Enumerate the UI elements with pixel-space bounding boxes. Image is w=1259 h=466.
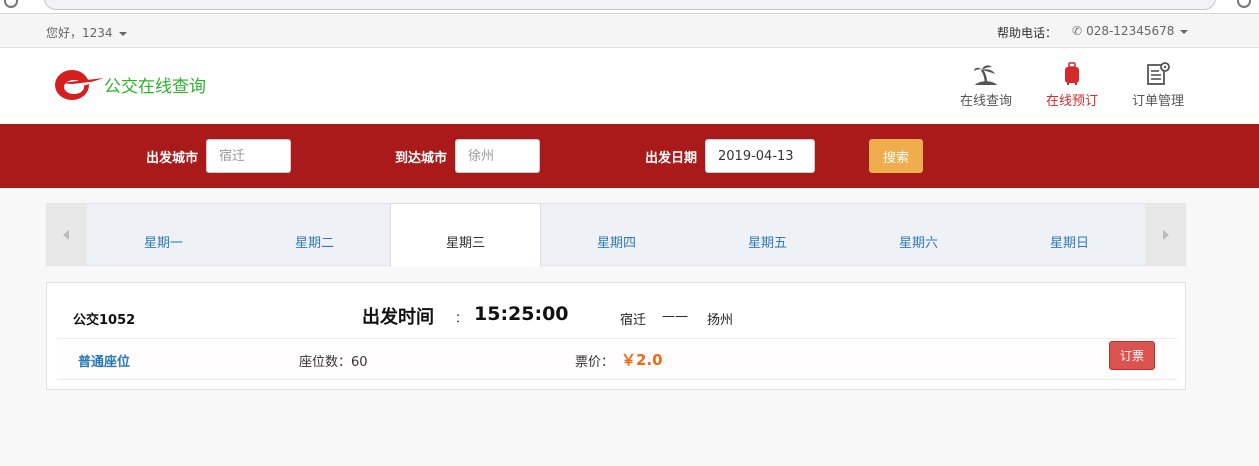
nav-online-query[interactable]: 在线查询 [951, 62, 1021, 109]
brand-title[interactable]: 公交在线查询 [104, 72, 206, 97]
tab-sunday[interactable]: 星期日 [994, 204, 1145, 266]
book-ticket-button[interactable]: 订票 [1109, 341, 1155, 370]
search-button[interactable]: 搜索 [869, 139, 923, 173]
route-separator: —— [662, 309, 688, 324]
brand-logo-icon[interactable] [50, 66, 106, 102]
tab-thursday[interactable]: 星期四 [541, 204, 692, 266]
user-greeting: 您好，1234 [46, 26, 113, 40]
nav-label: 订单管理 [1131, 94, 1184, 109]
browser-reload-icon[interactable] [4, 0, 18, 8]
bus-result-card: 公交1052 出发时间 ： 15:25:00 宿迁 —— 扬州 普通座位 座位数… [46, 282, 1186, 390]
departure-time-label: 出发时间 [362, 307, 434, 328]
seat-type-link[interactable]: 普通座位 [78, 351, 130, 370]
nav-label: 在线查询 [959, 94, 1012, 109]
seat-count: 座位数：60 [299, 355, 368, 370]
route-to-city: 扬州 [707, 313, 734, 328]
to-city-label: 到达城市 [395, 151, 448, 166]
tab-tuesday[interactable]: 星期二 [239, 204, 390, 266]
user-greeting-dropdown[interactable]: 您好，1234 [46, 24, 127, 41]
tab-saturday[interactable]: 星期六 [843, 204, 994, 266]
from-city-input[interactable] [206, 139, 291, 173]
nav-label: 在线预订 [1045, 94, 1098, 109]
tab-monday[interactable]: 星期一 [88, 204, 239, 266]
search-bar: 出发城市 到达城市 出发日期 搜索 [0, 124, 1259, 188]
nav-online-booking[interactable]: 在线预订 [1037, 62, 1107, 109]
departure-time-value: 15:25:00 [474, 303, 569, 325]
browser-address-bar[interactable] [44, 0, 1216, 10]
weekday-tabs: 星期一 星期二 星期三 星期四 星期五 星期六 星期日 [46, 203, 1186, 267]
nav-order-management[interactable]: 订单管理 [1123, 62, 1193, 109]
help-phone-label: 帮助电话： [997, 26, 1058, 40]
chevron-left-icon [63, 230, 69, 240]
chevron-down-icon [118, 31, 127, 36]
browser-menu-icon[interactable] [1237, 0, 1251, 8]
tabs-next-button[interactable] [1145, 204, 1185, 265]
browser-chrome [0, 0, 1259, 14]
chevron-down-icon [1180, 29, 1189, 34]
site-header: 公交在线查询 在线查询 在线预订 订单管理 [0, 48, 1259, 124]
tab-wednesday[interactable]: 星期三 [390, 203, 541, 267]
to-city-input[interactable] [455, 139, 540, 173]
palm-island-icon [974, 65, 997, 85]
phone-icon: ✆ [1072, 24, 1083, 38]
departure-date-label: 出发日期 [645, 151, 698, 166]
tabs-prev-button[interactable] [47, 204, 87, 265]
departure-time-colon: ： [455, 311, 468, 325]
phone-number: 028-12345678 [1086, 24, 1175, 38]
bus-number: 公交1052 [73, 313, 136, 328]
price-label: 票价： [575, 355, 615, 370]
luggage-icon [1065, 62, 1079, 85]
phone-dropdown[interactable]: ✆ 028-12345678 [1072, 24, 1189, 38]
document-settings-icon [1147, 62, 1170, 85]
tab-friday[interactable]: 星期五 [692, 204, 843, 266]
from-city-label: 出发城市 [146, 151, 199, 166]
departure-date-input[interactable] [705, 139, 815, 173]
ticket-price: ￥2.0 [621, 351, 663, 369]
chevron-right-icon [1163, 230, 1169, 240]
seat-row: 普通座位 座位数：60 票价： ￥2.0 订票 [57, 338, 1177, 380]
route-from-city: 宿迁 [620, 313, 647, 328]
top-info-bar: 您好，1234 帮助电话： ✆ 028-12345678 [0, 15, 1259, 48]
